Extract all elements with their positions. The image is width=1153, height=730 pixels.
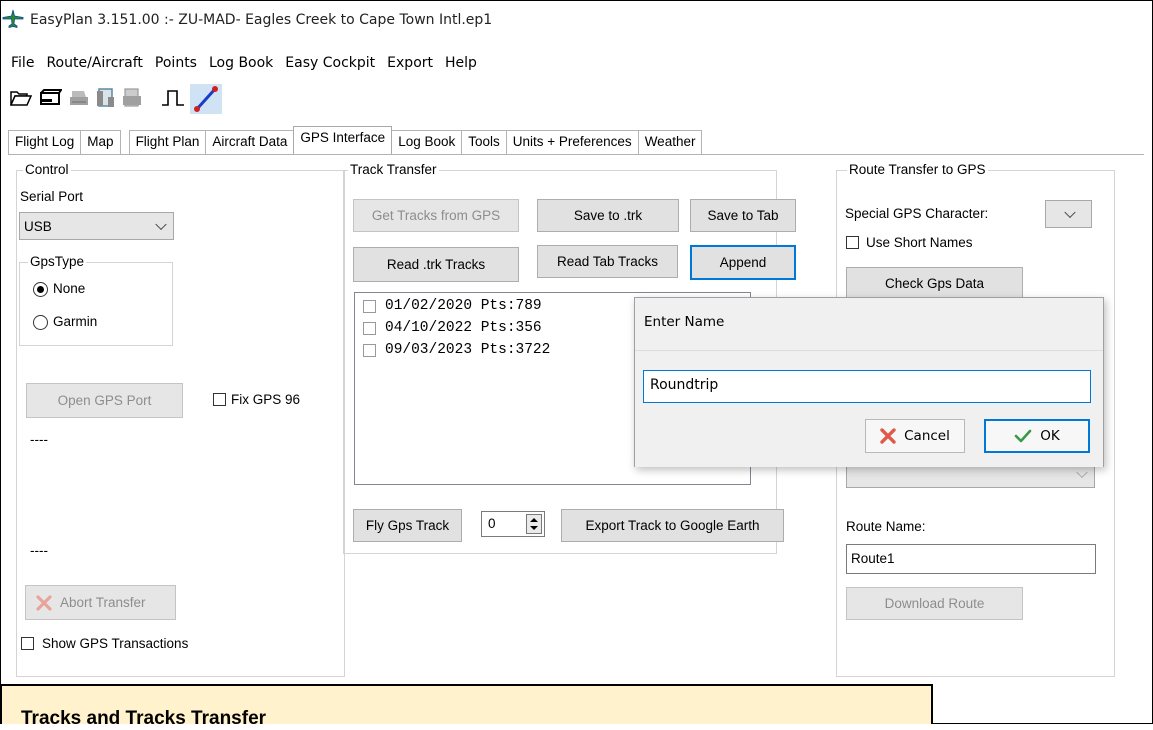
track-transfer-title: Track Transfer (348, 162, 439, 177)
append-button[interactable]: Append (690, 245, 796, 280)
tab-flight-log[interactable]: Flight Log (8, 130, 82, 154)
window-title: EasyPlan 3.151.00 :- ZU-MAD- Eagles Cree… (30, 12, 493, 28)
track-entry: 01/02/2020 Pts:789 (385, 298, 542, 314)
caption-box: Tracks and Tracks Transfer (0, 684, 933, 729)
cancel-icon (880, 428, 896, 444)
read-trk-button[interactable]: Read .trk Tracks (353, 247, 519, 282)
tab-strip: Flight Log Map Flight Plan Aircraft Data… (8, 126, 703, 154)
cancel-label: Cancel (904, 428, 950, 444)
tab-map[interactable]: Map (80, 130, 121, 154)
route-name-label: Route Name: (846, 519, 926, 534)
tab-flight-plan[interactable]: Flight Plan (128, 130, 207, 154)
menu-file[interactable]: File (10, 55, 35, 71)
menu-help[interactable]: Help (444, 55, 478, 71)
tab-units-preferences[interactable]: Units + Preferences (505, 130, 639, 154)
read-tab-button[interactable]: Read Tab Tracks (537, 245, 678, 278)
tab-log-book[interactable]: Log Book (391, 130, 463, 154)
title-bar: EasyPlan 3.151.00 :- ZU-MAD- Eagles Cree… (2, 8, 492, 32)
special-char-label: Special GPS Character: (845, 206, 989, 221)
status-text-1: ---- (30, 432, 48, 447)
tab-content-border (8, 154, 1144, 155)
route-transfer-title: Route Transfer to GPS (847, 162, 988, 177)
short-names-checkbox[interactable] (846, 236, 859, 249)
radio-garmin[interactable] (33, 315, 48, 330)
dialog-title: Enter Name (644, 314, 725, 330)
aircraft-icon (2, 9, 24, 32)
serial-port-value: USB (24, 218, 52, 234)
gps-type-title: GpsType (28, 254, 87, 269)
save-trk-button[interactable]: Save to .trk (537, 199, 679, 232)
radio-none-label: None (53, 281, 86, 296)
ok-button[interactable]: OK (984, 419, 1090, 453)
track-checkbox[interactable] (363, 343, 376, 357)
menu-route-aircraft[interactable]: Route/Aircraft (45, 55, 143, 71)
radio-none[interactable] (33, 282, 48, 297)
abort-transfer-label: Abort Transfer (60, 595, 146, 610)
chevron-down-icon (1064, 206, 1076, 219)
spinner-value: 0 (488, 516, 496, 531)
menu-points[interactable]: Points (154, 55, 198, 71)
enter-name-dialog: Enter Name Roundtrip Cancel OK (634, 297, 1104, 467)
menu-export[interactable]: Export (386, 55, 434, 71)
menu-log-book[interactable]: Log Book (208, 55, 274, 71)
abort-transfer-button[interactable]: Abort Transfer (25, 585, 176, 620)
list-item[interactable]: 04/10/2022 Pts:356 (363, 320, 542, 336)
track-entry: 09/03/2023 Pts:3722 (385, 342, 551, 358)
chevron-down-icon (155, 218, 167, 231)
print-settings-icon[interactable] (122, 87, 142, 112)
track-checkbox[interactable] (363, 299, 376, 313)
save-tab-button[interactable]: Save to Tab (690, 199, 796, 232)
download-route-button[interactable]: Download Route (846, 587, 1023, 620)
list-item[interactable]: 01/02/2020 Pts:789 (363, 298, 542, 314)
fly-gps-track-button[interactable]: Fly Gps Track (353, 509, 462, 542)
track-checkbox[interactable] (363, 321, 376, 335)
ok-label: OK (1040, 428, 1060, 444)
get-tracks-button[interactable]: Get Tracks from GPS (353, 199, 519, 232)
show-transactions-checkbox[interactable] (21, 637, 34, 650)
fix-gps-checkbox[interactable] (213, 393, 226, 406)
special-char-dropdown[interactable] (1045, 200, 1092, 228)
short-names-label: Use Short Names (866, 235, 973, 250)
spinner-buttons[interactable] (526, 514, 542, 534)
tab-weather[interactable]: Weather (637, 130, 703, 154)
chevron-down-icon (1076, 466, 1088, 479)
name-input[interactable]: Roundtrip (643, 370, 1091, 403)
open-folder-icon[interactable] (9, 88, 33, 111)
tab-aircraft-data[interactable]: Aircraft Data (205, 130, 295, 154)
gps-type-group: GpsType (19, 254, 173, 346)
dialog-body: Roundtrip Cancel OK (635, 350, 1103, 467)
check-gps-data-button[interactable]: Check Gps Data (846, 267, 1023, 300)
cancel-button[interactable]: Cancel (865, 419, 965, 453)
track-entry: 04/10/2022 Pts:356 (385, 320, 542, 336)
print-preview-icon[interactable] (96, 87, 116, 112)
serial-port-label: Serial Port (20, 189, 84, 204)
status-text-2: ---- (30, 543, 48, 558)
list-item[interactable]: 09/03/2023 Pts:3722 (363, 342, 550, 358)
toolbar (9, 82, 222, 116)
tab-tools[interactable]: Tools (461, 130, 507, 154)
print-icon[interactable] (68, 88, 90, 111)
track-number-spinner[interactable]: 0 (481, 511, 545, 537)
close-icon (36, 594, 52, 611)
route-line-icon[interactable] (190, 84, 222, 114)
tab-gps-interface[interactable]: GPS Interface (293, 126, 393, 154)
show-transactions-label: Show GPS Transactions (42, 636, 189, 651)
control-group-title: Control (23, 162, 71, 177)
route-name-input[interactable]: Route1 (846, 544, 1096, 574)
profile-icon[interactable] (160, 87, 186, 112)
caption-text: Tracks and Tracks Transfer (21, 708, 267, 729)
checkmark-icon (1014, 428, 1032, 444)
open-gps-port-button[interactable]: Open GPS Port (26, 383, 183, 418)
menu-bar: File Route/Aircraft Points Log Book Easy… (10, 55, 478, 71)
radio-garmin-label: Garmin (53, 314, 98, 329)
save-icon[interactable] (38, 88, 63, 111)
serial-port-select[interactable]: USB (19, 212, 174, 240)
export-google-earth-button[interactable]: Export Track to Google Earth (561, 509, 784, 542)
menu-easy-cockpit[interactable]: Easy Cockpit (284, 55, 376, 71)
fix-gps-label: Fix GPS 96 (231, 392, 301, 407)
